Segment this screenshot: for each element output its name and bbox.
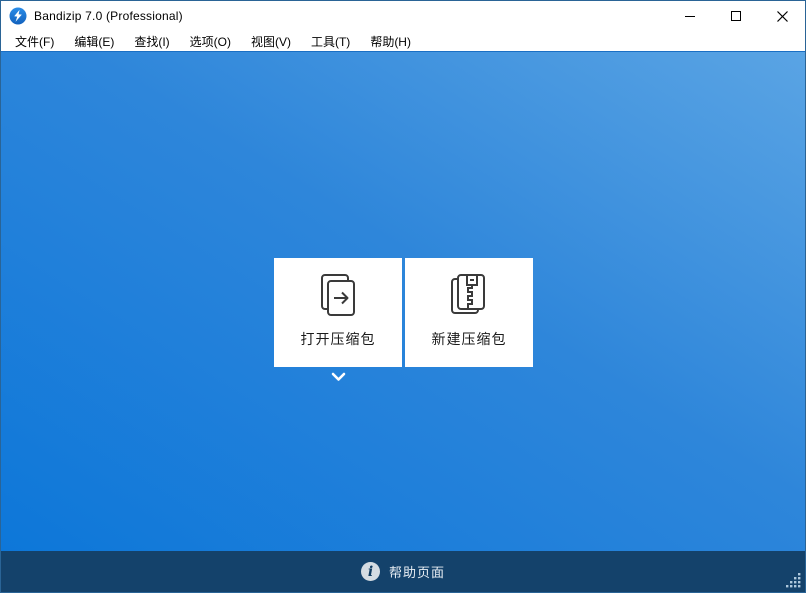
statusbar: i 帮助页面 (1, 551, 805, 592)
workspace: 打开压缩包 新建压缩包 (1, 51, 805, 551)
menu-edit[interactable]: 编辑(E) (68, 31, 120, 52)
open-archive-label: 打开压缩包 (300, 331, 376, 347)
start-actions: 打开压缩包 新建压缩包 (274, 258, 533, 367)
menu-tools[interactable]: 工具(T) (305, 31, 356, 52)
help-page-button[interactable]: i 帮助页面 (351, 558, 455, 585)
bandizip-window: Bandizip 7.0 (Professional) 文件(F) 编辑(E) … (0, 0, 806, 593)
close-icon (776, 10, 788, 22)
chevron-down-icon[interactable] (331, 372, 346, 382)
menu-file[interactable]: 文件(F) (9, 31, 60, 52)
info-icon: i (360, 562, 380, 581)
maximize-button[interactable] (713, 1, 759, 31)
menu-help[interactable]: 帮助(H) (364, 31, 417, 52)
close-button[interactable] (759, 1, 805, 31)
open-archive-card[interactable]: 打开压缩包 (274, 258, 402, 367)
new-archive-card[interactable]: 新建压缩包 (405, 258, 533, 367)
new-archive-icon (451, 274, 485, 314)
new-archive-label: 新建压缩包 (431, 331, 507, 347)
help-page-label: 帮助页面 (388, 565, 445, 580)
bandizip-app-icon[interactable] (9, 7, 27, 25)
window-title: Bandizip 7.0 (Professional) (34, 9, 183, 23)
maximize-icon (731, 11, 741, 21)
titlebar[interactable]: Bandizip 7.0 (Professional) (1, 1, 805, 31)
menu-view[interactable]: 视图(V) (245, 31, 297, 52)
minimize-button[interactable] (667, 1, 713, 31)
window-controls (667, 1, 805, 31)
menu-find[interactable]: 查找(I) (128, 31, 175, 52)
menubar: 文件(F) 编辑(E) 查找(I) 选项(O) 视图(V) 工具(T) 帮助(H… (1, 31, 805, 51)
open-archive-icon (321, 274, 355, 316)
minimize-icon (685, 15, 695, 17)
resize-grip[interactable] (785, 572, 802, 589)
menu-options[interactable]: 选项(O) (184, 31, 237, 52)
